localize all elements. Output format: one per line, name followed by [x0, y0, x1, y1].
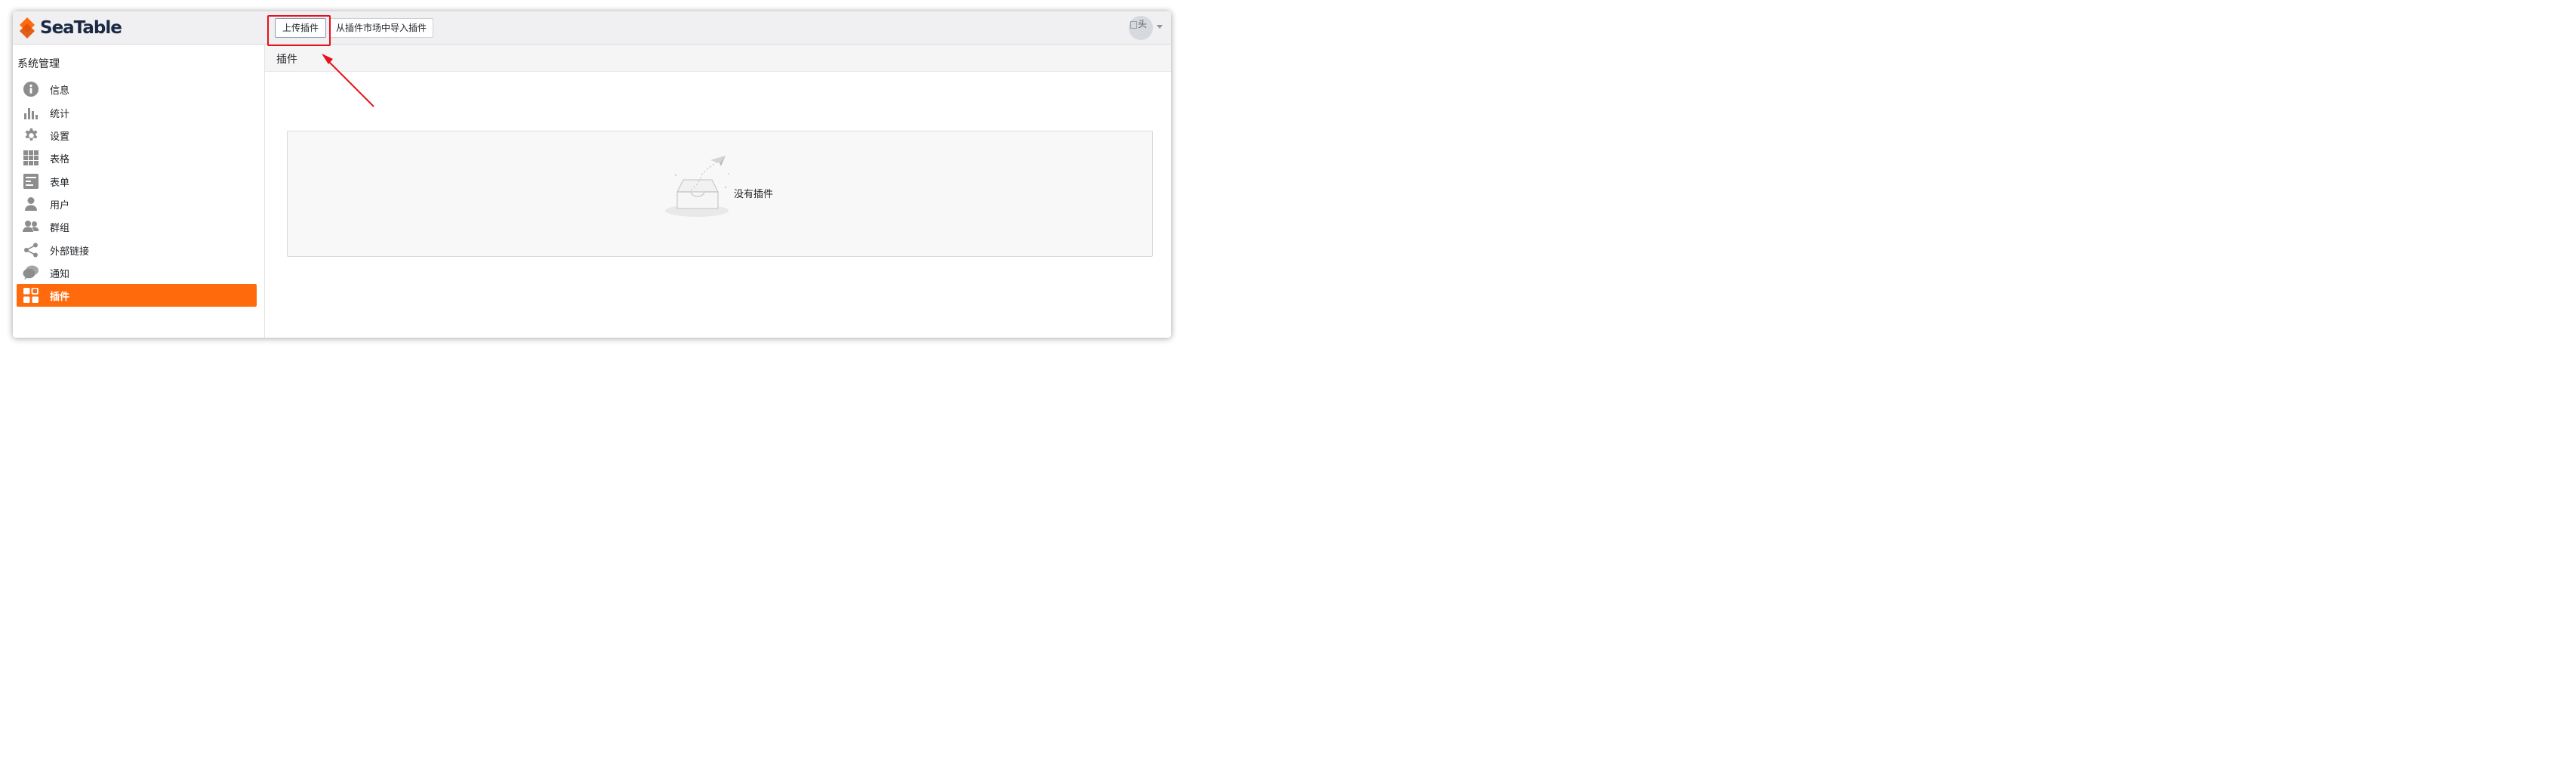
- bar-chart-icon: [23, 104, 39, 121]
- info-icon: [23, 81, 39, 97]
- sidebar-item-tables[interactable]: 表格: [17, 147, 257, 169]
- chevron-down-icon[interactable]: [1157, 25, 1163, 29]
- app-window: SeaTable 上传插件 从插件市场中导入插件 头 像 系统管理 信息 统计: [13, 11, 1171, 338]
- sidebar-item-stats[interactable]: 统计: [17, 101, 257, 124]
- empty-message: 没有插件: [734, 189, 774, 200]
- sidebar-item-plugins[interactable]: 插件: [17, 284, 257, 307]
- logo[interactable]: SeaTable: [19, 16, 122, 40]
- broken-image-icon: [1130, 20, 1137, 29]
- sidebar: 系统管理 信息 统计 设置 表格 表单 用户 群组 外部链接 通知 插件: [13, 45, 265, 338]
- sidebar-item-label: 表格: [50, 153, 70, 165]
- seatable-logo-icon: [20, 17, 35, 39]
- top-header: SeaTable 上传插件 从插件市场中导入插件 头: [13, 11, 1171, 45]
- sidebar-item-label: 信息: [50, 85, 70, 97]
- empty-state: 没有插件: [287, 131, 1153, 257]
- sidebar-item-label: 插件: [50, 291, 70, 303]
- gear-icon: [23, 127, 39, 144]
- sidebar-item-label: 设置: [50, 131, 70, 143]
- sidebar-item-label: 用户: [50, 199, 70, 212]
- group-icon: [23, 218, 39, 235]
- empty-inbox-icon: [665, 156, 729, 217]
- sidebar-item-users[interactable]: 用户: [17, 193, 257, 215]
- highlight-box: [267, 15, 331, 46]
- sidebar-item-external-links[interactable]: 外部链接: [17, 239, 257, 261]
- sidebar-item-settings[interactable]: 设置: [17, 124, 257, 147]
- section-header: 插件: [265, 45, 1171, 72]
- import-from-market-button[interactable]: 从插件市场中导入插件: [329, 18, 433, 38]
- section-title: 插件: [276, 54, 297, 66]
- sidebar-item-info[interactable]: 信息: [17, 78, 257, 100]
- sidebar-item-forms[interactable]: 表单: [17, 170, 257, 193]
- plugin-icon: [23, 287, 39, 304]
- avatar-alt-text: 头: [1130, 20, 1154, 29]
- sidebar-item-label: 表单: [50, 177, 70, 189]
- user-icon: [23, 196, 39, 212]
- sidebar-item-label: 通知: [50, 268, 70, 280]
- sidebar-item-groups[interactable]: 群组: [17, 215, 257, 238]
- sidebar-item-label: 统计: [50, 108, 70, 120]
- grid-icon: [23, 150, 39, 166]
- share-icon: [23, 242, 39, 258]
- avatar-alt-1: 头: [1138, 19, 1148, 29]
- avatar[interactable]: 头: [1129, 16, 1153, 40]
- sidebar-item-label: 群组: [50, 222, 70, 234]
- sidebar-item-notifications[interactable]: 通知: [17, 261, 257, 284]
- logo-text: SeaTable: [40, 18, 122, 38]
- sidebar-item-label: 外部链接: [50, 246, 90, 258]
- main-content: 插件 没有插件: [265, 45, 1171, 338]
- chat-icon: [23, 264, 39, 281]
- sidebar-title: 系统管理: [17, 58, 60, 70]
- form-icon: [23, 173, 39, 190]
